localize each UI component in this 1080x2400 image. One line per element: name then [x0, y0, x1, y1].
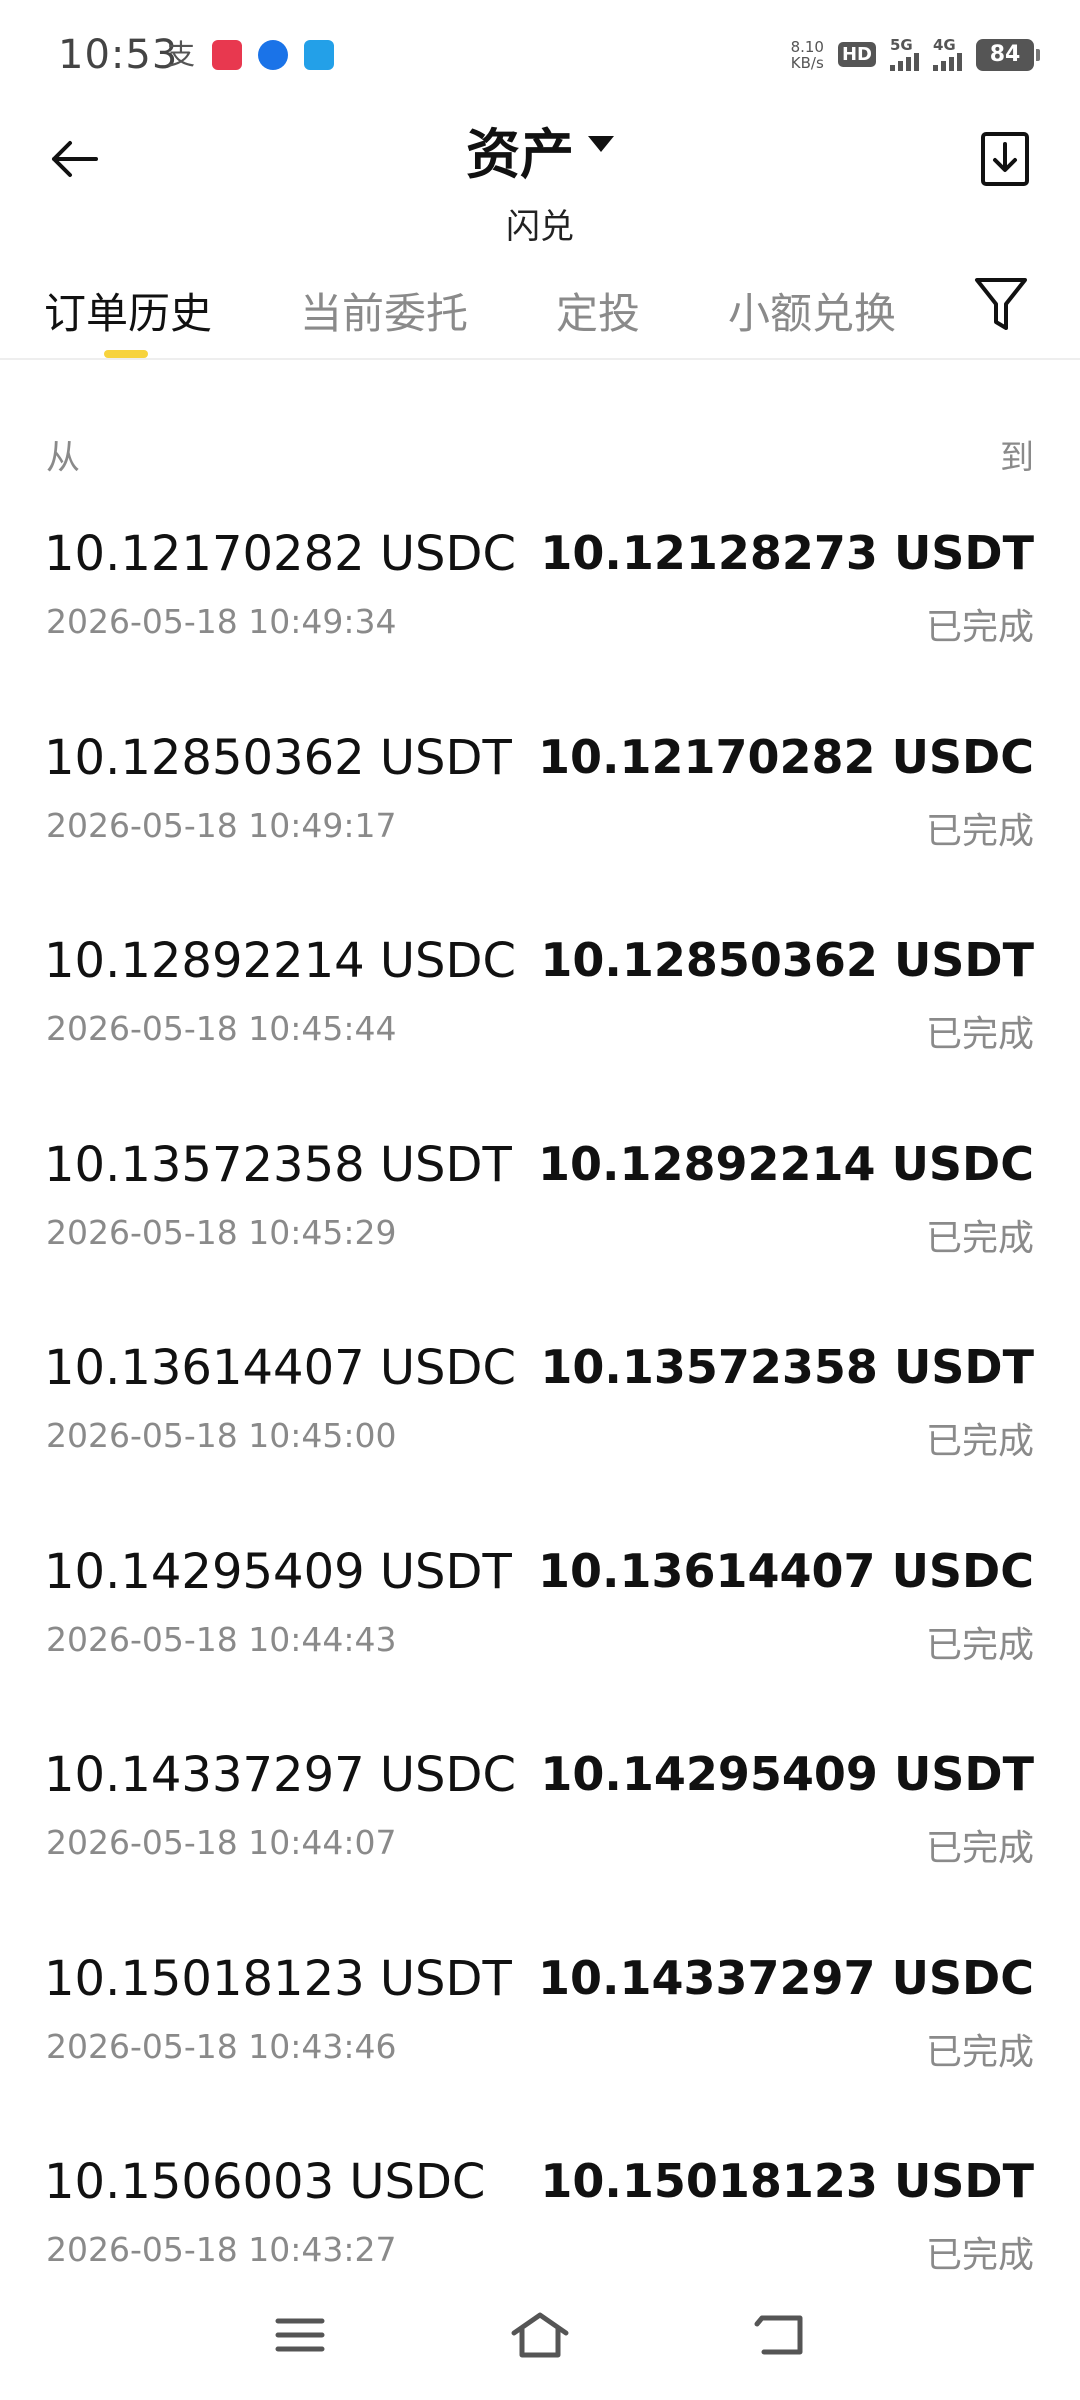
order-row[interactable]: 10.12892214 USDC 10.12850362 USDT 2026-0… — [0, 927, 1080, 1131]
order-time: 2026-05-18 10:43:27 — [46, 2230, 397, 2269]
alipay-icon: 支 — [166, 38, 195, 71]
order-row[interactable]: 10.13572358 USDT 10.12892214 USDC 2026-0… — [0, 1131, 1080, 1335]
tab-open-orders[interactable]: 当前委托 — [300, 280, 468, 341]
order-status: 已完成 — [925, 1624, 1034, 1666]
to-amount: 10.12892214 USDC — [538, 1136, 1034, 1191]
header: 资产 闪兑 — [0, 110, 1080, 247]
from-amount: 10.14337297 USDC — [44, 1747, 516, 1803]
to-amount: 10.13572358 USDT — [540, 1340, 1034, 1394]
signal-5g-icon: 5G — [890, 38, 919, 71]
tab-recurring[interactable]: 定投 — [556, 280, 640, 341]
status-bar: 10:53 支 8.10 KB/s HD 5G 4G 84 — [0, 0, 1080, 110]
order-time: 2026-05-18 10:45:29 — [46, 1212, 397, 1252]
download-button[interactable] — [978, 130, 1032, 188]
page-subtitle: 闪兑 — [506, 207, 574, 247]
status-time: 10:53 — [58, 32, 179, 78]
column-from-label: 从 — [46, 438, 80, 478]
order-row[interactable]: 10.15018123 USDT 10.14337297 USDC 2026-0… — [0, 1945, 1080, 2149]
order-row[interactable]: 10.12170282 USDC 10.12128273 USDT 2026-0… — [0, 520, 1080, 724]
net-speed: 8.10 KB/s — [790, 37, 824, 72]
order-row[interactable]: 10.14337297 USDC 10.14295409 USDT 2026-0… — [0, 1741, 1080, 1945]
order-status: 已完成 — [925, 1828, 1034, 1869]
page-title: 资产 — [466, 123, 574, 186]
download-icon — [981, 132, 1029, 186]
order-status: 已完成 — [925, 1217, 1034, 1259]
order-time: 2026-05-18 10:44:07 — [46, 1823, 397, 1862]
to-amount: 10.12850362 USDT — [540, 933, 1034, 987]
to-amount: 10.13614407 USDC — [538, 1543, 1034, 1598]
notification-icons: 支 — [166, 40, 334, 70]
browser-icon — [258, 40, 288, 70]
order-row[interactable]: 10.13614407 USDC 10.13572358 USDT 2026-0… — [0, 1334, 1080, 1538]
order-list: 10.12170282 USDC 10.12128273 USDT 2026-0… — [0, 520, 1080, 2352]
order-time: 2026-05-18 10:43:46 — [46, 2026, 397, 2066]
title-block: 资产 闪兑 — [0, 110, 1080, 248]
order-time: 2026-05-18 10:49:34 — [46, 602, 397, 641]
order-status: 已完成 — [925, 2031, 1034, 2073]
to-amount: 10.14337297 USDC — [538, 1950, 1034, 2005]
order-status: 已完成 — [925, 1421, 1034, 1462]
order-status: 已完成 — [925, 607, 1034, 648]
order-status: 已完成 — [925, 810, 1034, 852]
send-icon — [304, 40, 334, 70]
from-amount: 10.12850362 USDT — [44, 729, 512, 786]
caret-down-icon — [588, 135, 614, 152]
home-button[interactable] — [500, 2300, 580, 2370]
order-time: 2026-05-18 10:44:43 — [46, 1619, 397, 1659]
filter-button[interactable] — [972, 274, 1030, 334]
tab-order-history[interactable]: 订单历史 — [44, 280, 212, 341]
order-row[interactable]: 10.14295409 USDT 10.13614407 USDC 2026-0… — [0, 1538, 1080, 1742]
active-tab-indicator — [104, 350, 148, 358]
menu-icon — [275, 2318, 325, 2352]
to-amount: 10.15018123 USDT — [540, 2154, 1034, 2208]
filter-icon — [975, 278, 1027, 330]
order-time: 2026-05-18 10:49:17 — [46, 805, 397, 845]
home-icon — [511, 2312, 569, 2358]
back-nav-button[interactable] — [740, 2300, 820, 2370]
to-amount: 10.14295409 USDT — [540, 1747, 1034, 1801]
system-nav-bar — [0, 2270, 1080, 2400]
recent-apps-button[interactable] — [260, 2300, 340, 2370]
order-time: 2026-05-18 10:45:00 — [46, 1416, 397, 1455]
tab-small-exchange[interactable]: 小额兑换 — [728, 280, 896, 341]
tab-bar: 订单历史 当前委托 定投 小额兑换 — [0, 260, 1080, 360]
title-dropdown[interactable]: 资产 — [466, 110, 614, 189]
from-amount: 10.12892214 USDC — [44, 933, 516, 989]
order-time: 2026-05-18 10:45:44 — [46, 1009, 397, 1048]
return-icon — [754, 2315, 803, 2355]
signal-4g-icon: 4G — [933, 38, 962, 71]
to-amount: 10.12128273 USDT — [540, 526, 1034, 580]
app-notification-icon — [212, 40, 242, 70]
to-amount: 10.12170282 USDC — [538, 729, 1034, 784]
system-indicators: 8.10 KB/s HD 5G 4G 84 — [790, 37, 1040, 72]
from-amount: 10.13572358 USDT — [44, 1136, 512, 1193]
from-amount: 10.12170282 USDC — [44, 526, 516, 582]
from-amount: 10.14295409 USDT — [44, 1543, 512, 1600]
hd-icon: HD — [837, 42, 876, 67]
order-row[interactable]: 10.12850362 USDT 10.12170282 USDC 2026-0… — [0, 724, 1080, 928]
column-to-label: 到 — [1000, 438, 1034, 478]
from-amount: 10.1506003 USDC — [44, 2154, 486, 2210]
battery-icon: 84 — [976, 38, 1040, 71]
order-status: 已完成 — [925, 1014, 1034, 1055]
from-amount: 10.13614407 USDC — [44, 1340, 516, 1396]
from-amount: 10.15018123 USDT — [44, 1950, 512, 2007]
